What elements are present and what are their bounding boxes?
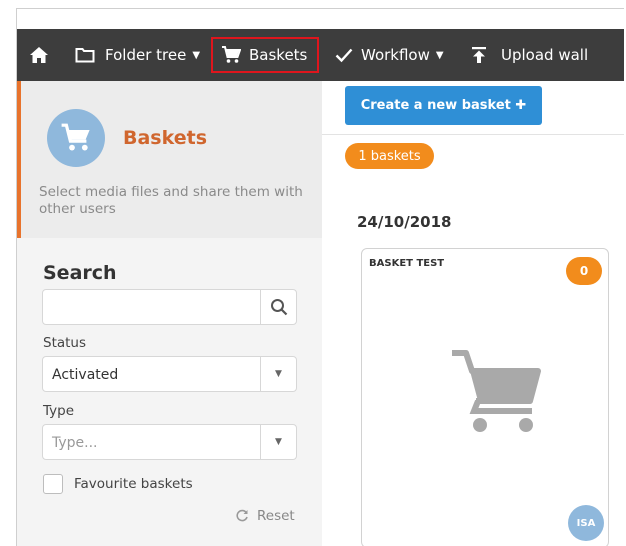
- cart-icon: [450, 349, 542, 441]
- favourite-baskets-checkbox[interactable]: [43, 474, 63, 494]
- search-input[interactable]: [43, 290, 261, 324]
- basket-card[interactable]: BASKET TEST 0 ISA: [361, 248, 609, 546]
- home-icon: [30, 47, 48, 63]
- check-icon: [335, 48, 353, 63]
- favourite-baskets-option[interactable]: Favourite baskets: [43, 474, 193, 494]
- basket-item-count: 0: [566, 257, 602, 285]
- chevron-down-icon: ▼: [192, 49, 201, 61]
- app-frame: Folder tree ▼ Baskets Workflow ▼ Upload …: [16, 8, 624, 546]
- nav-folder-tree[interactable]: Folder tree ▼: [75, 29, 200, 81]
- avatar[interactable]: ISA: [568, 505, 604, 541]
- upload-icon: [472, 47, 486, 63]
- nav-baskets[interactable]: Baskets: [211, 37, 319, 73]
- cart-icon: [222, 46, 241, 63]
- type-label: Type: [43, 403, 75, 419]
- chevron-down-icon[interactable]: ▼: [260, 425, 296, 459]
- top-navigation: Folder tree ▼ Baskets Workflow ▼ Upload …: [17, 29, 624, 81]
- folder-icon: [75, 48, 95, 63]
- sidebar-description: Select media files and share them with o…: [39, 184, 303, 217]
- cart-icon: [61, 123, 90, 151]
- date-heading: 24/10/2018: [357, 213, 452, 231]
- nav-upload-wall-label: Upload wall: [501, 46, 589, 64]
- type-select[interactable]: Type... ▼: [42, 424, 297, 460]
- favourite-baskets-label: Favourite baskets: [74, 476, 193, 492]
- divider: [322, 134, 624, 135]
- chevron-down-icon[interactable]: ▼: [260, 357, 296, 391]
- sidebar-title: Baskets: [123, 127, 208, 149]
- basket-count-badge: 1 baskets: [345, 143, 434, 169]
- status-label: Status: [43, 335, 87, 351]
- nav-folder-tree-label: Folder tree: [105, 46, 187, 64]
- search-button[interactable]: [260, 290, 296, 324]
- nav-baskets-label: Baskets: [249, 46, 308, 64]
- type-placeholder: Type...: [52, 435, 98, 451]
- search-box: [42, 289, 297, 325]
- search-heading: Search: [43, 262, 117, 284]
- status-select[interactable]: Activated ▼: [42, 356, 297, 392]
- nav-upload-wall[interactable]: Upload wall: [471, 29, 588, 81]
- chevron-down-icon: ▼: [435, 49, 444, 61]
- refresh-icon: [236, 509, 248, 522]
- sidebar-header: Baskets Select media files and share the…: [17, 81, 322, 238]
- nav-workflow[interactable]: Workflow ▼: [335, 29, 444, 81]
- reset-button[interactable]: Reset: [235, 508, 295, 524]
- nav-workflow-label: Workflow: [361, 46, 430, 64]
- search-panel: Search Status Activated ▼ Type Type... ▼…: [17, 238, 322, 546]
- nav-home[interactable]: [29, 29, 49, 81]
- search-icon: [270, 299, 287, 316]
- basket-card-title: BASKET TEST: [369, 258, 445, 269]
- reset-label: Reset: [257, 508, 295, 524]
- baskets-logo: [47, 109, 105, 167]
- status-value: Activated: [52, 367, 119, 383]
- create-basket-button[interactable]: Create a new basket ✚: [345, 86, 542, 125]
